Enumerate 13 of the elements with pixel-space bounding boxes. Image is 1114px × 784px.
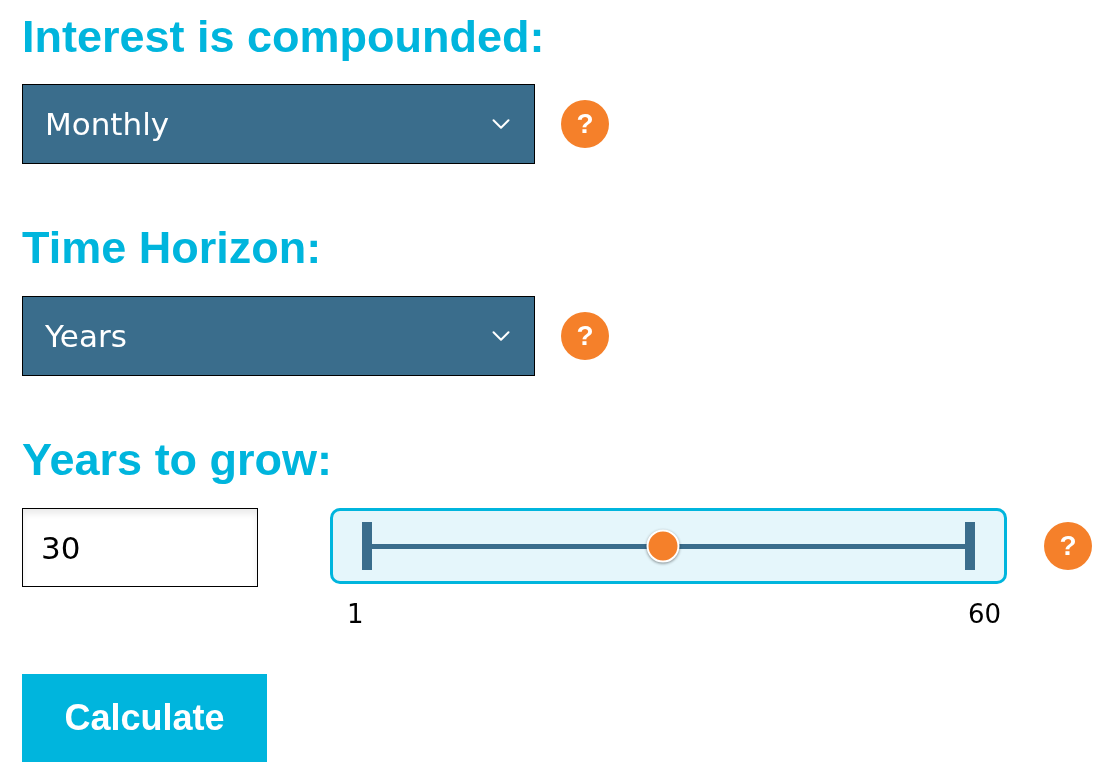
- calculate-button[interactable]: Calculate: [22, 674, 267, 762]
- section-heading: Years to grow:: [22, 436, 333, 484]
- section-heading: Time Horizon:: [22, 224, 322, 272]
- help-button[interactable]: ?: [561, 312, 609, 360]
- slider-max-label: 60: [967, 598, 1001, 630]
- dropdown[interactable]: Monthly: [22, 84, 535, 164]
- help-button[interactable]: ?: [561, 100, 609, 148]
- section-heading: Interest is compounded:: [22, 13, 545, 61]
- help-button[interactable]: ?: [1044, 522, 1092, 570]
- slider-thumb[interactable]: [646, 529, 680, 563]
- slider-min-label: 1: [347, 598, 364, 630]
- dropdown[interactable]: Years: [22, 296, 535, 376]
- input-field[interactable]: 30: [22, 508, 258, 587]
